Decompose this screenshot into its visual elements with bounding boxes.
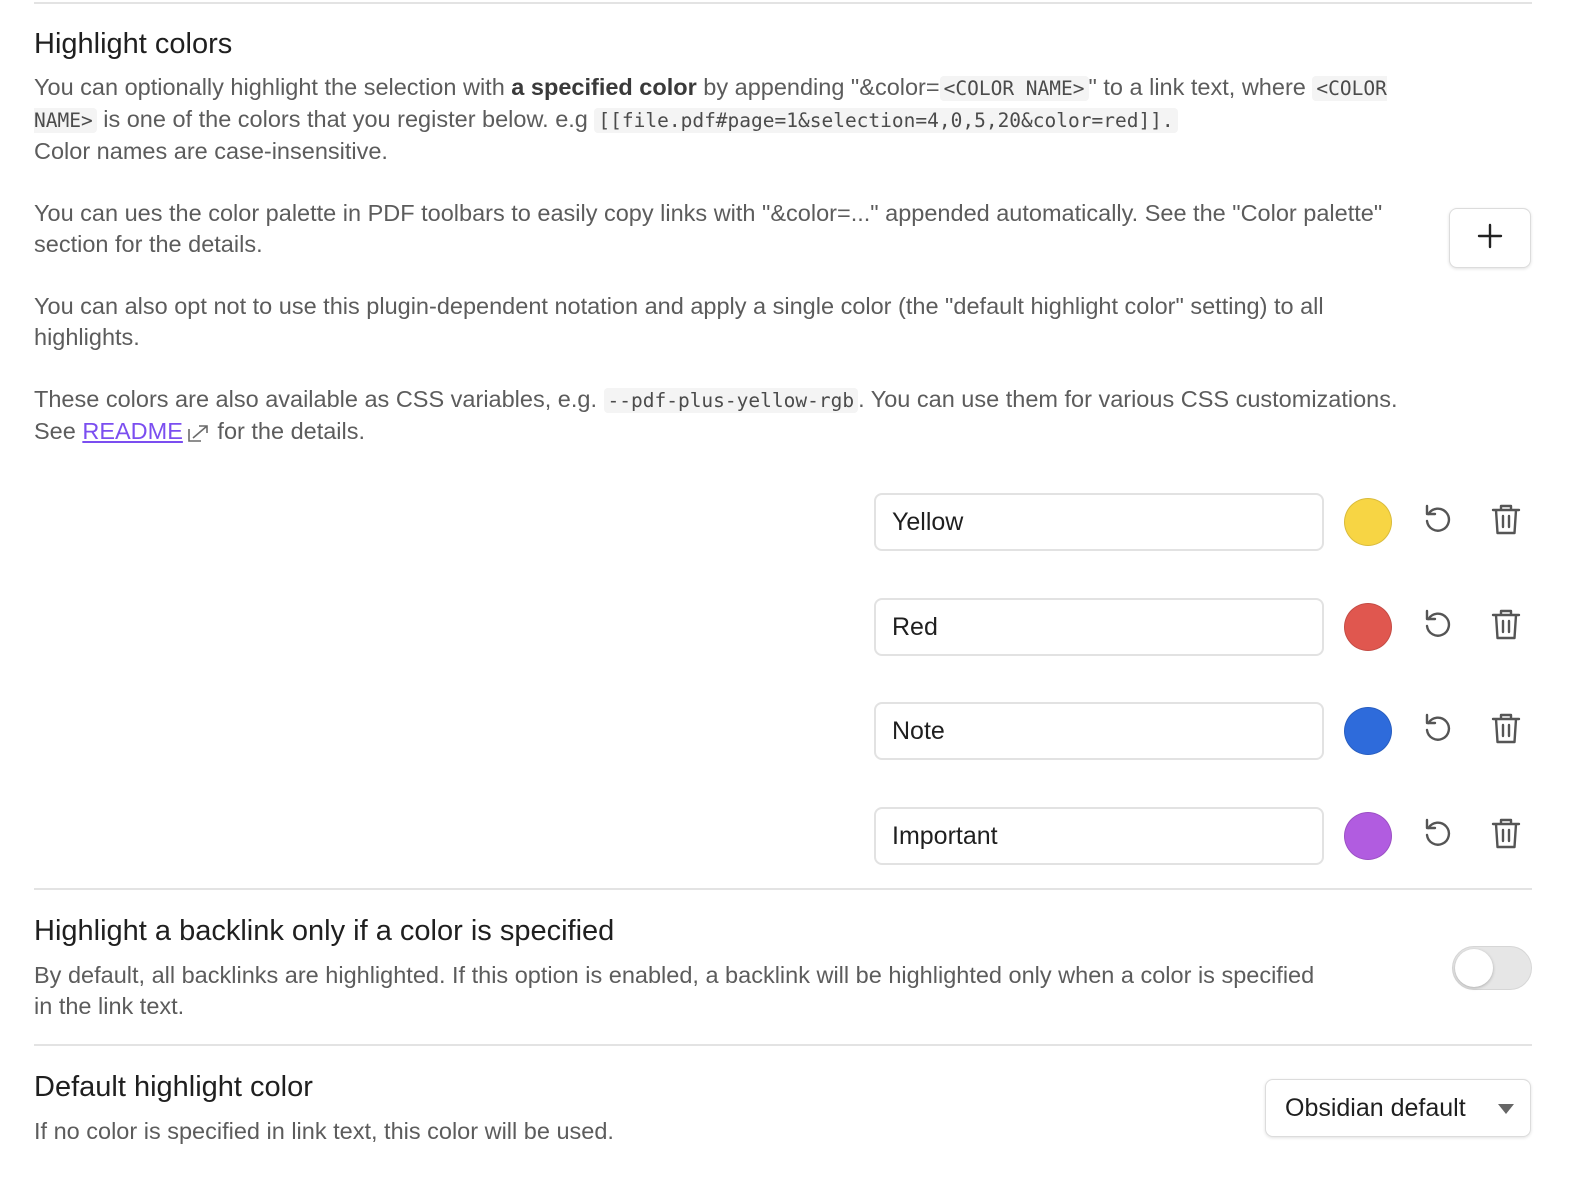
reset-button[interactable] <box>1420 817 1456 853</box>
highlight-colors-title: Highlight colors <box>34 28 233 60</box>
default-color-title: Default highlight color <box>34 1071 313 1103</box>
dropdown-value: Obsidian default <box>1285 1093 1466 1122</box>
color-swatch[interactable] <box>1344 812 1392 860</box>
reset-icon <box>1421 816 1455 855</box>
reset-button[interactable] <box>1420 712 1456 748</box>
section-divider <box>34 1044 1532 1046</box>
plus-icon <box>1477 223 1503 254</box>
desc-paragraph-2: You can ues the color palette in PDF too… <box>34 200 1383 257</box>
delete-button[interactable] <box>1488 817 1524 853</box>
reset-button[interactable] <box>1420 608 1456 644</box>
backlink-setting-description: By default, all backlinks are highlighte… <box>34 962 1315 1019</box>
toggle-knob <box>1455 949 1493 987</box>
chevron-down-icon <box>1498 1104 1514 1114</box>
color-name-input[interactable] <box>874 807 1324 865</box>
desc-paragraph-4: These colors are also available as CSS v… <box>34 384 1434 451</box>
color-swatch[interactable] <box>1344 498 1392 546</box>
color-name-input[interactable] <box>874 702 1324 760</box>
color-row <box>874 702 1534 762</box>
backlink-toggle[interactable] <box>1452 946 1532 990</box>
external-link-icon <box>187 420 211 451</box>
trash-icon <box>1489 502 1523 541</box>
default-color-description: If no color is specified in link text, t… <box>34 1118 614 1144</box>
color-row <box>874 598 1534 658</box>
top-divider <box>34 2 1532 4</box>
delete-button[interactable] <box>1488 712 1524 748</box>
delete-button[interactable] <box>1488 608 1524 644</box>
default-color-dropdown[interactable]: Obsidian default <box>1265 1079 1531 1137</box>
reset-icon <box>1421 607 1455 646</box>
trash-icon <box>1489 816 1523 855</box>
trash-icon <box>1489 711 1523 750</box>
desc-paragraph-1: You can optionally highlight the selecti… <box>34 74 1387 164</box>
reset-button[interactable] <box>1420 503 1456 539</box>
highlight-colors-description: You can optionally highlight the selecti… <box>34 72 1434 451</box>
color-row <box>874 493 1534 553</box>
desc-paragraph-3: You can also opt not to use this plugin-… <box>34 293 1324 350</box>
readme-link[interactable]: README <box>82 418 183 444</box>
reset-icon <box>1421 711 1455 750</box>
add-color-button[interactable] <box>1449 208 1531 268</box>
color-row <box>874 807 1534 867</box>
section-divider <box>34 888 1532 890</box>
color-swatch[interactable] <box>1344 707 1392 755</box>
trash-icon <box>1489 607 1523 646</box>
color-name-input[interactable] <box>874 493 1324 551</box>
color-swatch[interactable] <box>1344 603 1392 651</box>
delete-button[interactable] <box>1488 503 1524 539</box>
reset-icon <box>1421 502 1455 541</box>
color-name-input[interactable] <box>874 598 1324 656</box>
backlink-setting-title: Highlight a backlink only if a color is … <box>34 915 615 947</box>
